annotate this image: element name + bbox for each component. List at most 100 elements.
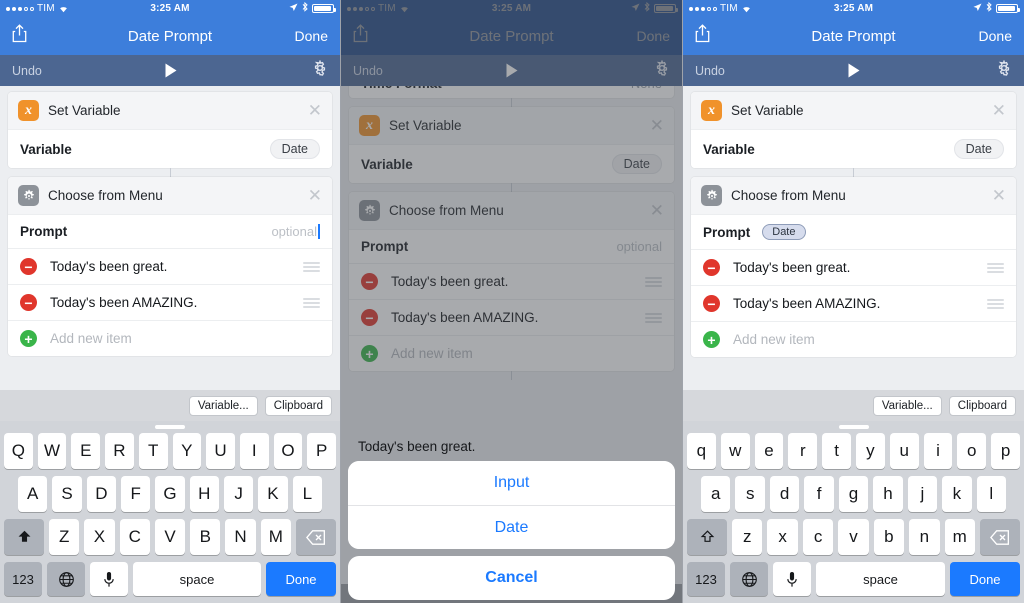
- key-n[interactable]: N: [225, 519, 256, 555]
- action-card-choose-from-menu[interactable]: Choose from Menu ✕ Prompt optional − Tod…: [8, 177, 332, 356]
- drag-handle-icon[interactable]: [987, 262, 1004, 273]
- key-w[interactable]: w: [720, 433, 750, 469]
- drag-handle-icon[interactable]: [303, 261, 320, 272]
- key-g[interactable]: g: [838, 476, 869, 512]
- key-r[interactable]: r: [788, 433, 818, 469]
- clipboard-button[interactable]: Clipboard: [264, 395, 332, 416]
- key-m[interactable]: M: [260, 519, 291, 555]
- minus-circle-icon[interactable]: −: [20, 258, 37, 275]
- menu-item-row[interactable]: − Today's been AMAZING.: [8, 284, 332, 320]
- plus-circle-icon[interactable]: +: [20, 330, 37, 347]
- key-f[interactable]: F: [121, 476, 151, 512]
- key-e[interactable]: e: [754, 433, 784, 469]
- minus-circle-icon[interactable]: −: [703, 259, 720, 276]
- key-x[interactable]: x: [767, 519, 798, 555]
- nav-done-button[interactable]: Done: [979, 28, 1012, 44]
- variable-value-pill[interactable]: Date: [953, 139, 1004, 159]
- action-card-set-variable[interactable]: x Set Variable ✕ Variable Date: [8, 92, 332, 168]
- key-v[interactable]: V: [154, 519, 186, 555]
- insert-variable-button[interactable]: Variable...: [872, 395, 942, 416]
- globe-icon[interactable]: [730, 562, 768, 596]
- key-j[interactable]: j: [907, 476, 938, 512]
- action-card-choose-from-menu[interactable]: Choose from Menu ✕ Prompt Date − Today's…: [691, 177, 1016, 357]
- key-d[interactable]: D: [86, 476, 116, 512]
- play-icon[interactable]: [341, 62, 682, 79]
- action-card-set-variable[interactable]: x Set Variable ✕ Variable Date: [691, 92, 1016, 168]
- add-new-item-row[interactable]: + Add new item: [349, 335, 674, 371]
- shift-filled-icon[interactable]: [4, 519, 45, 555]
- action-sheet-option-date[interactable]: Date: [348, 505, 675, 549]
- key-y[interactable]: y: [856, 433, 885, 469]
- key-m[interactable]: m: [944, 519, 975, 555]
- key-a[interactable]: A: [18, 476, 48, 512]
- action-sheet-option-input[interactable]: Input: [348, 461, 675, 505]
- key-o[interactable]: O: [273, 433, 303, 469]
- key-p[interactable]: p: [991, 433, 1020, 469]
- close-icon[interactable]: ✕: [650, 202, 664, 219]
- variable-value-pill[interactable]: Date: [269, 139, 320, 159]
- keyboard-grabber[interactable]: [155, 425, 185, 429]
- variable-row[interactable]: Variable Date: [8, 129, 332, 168]
- key-b[interactable]: B: [190, 519, 221, 555]
- key-o[interactable]: o: [957, 433, 987, 469]
- key-h[interactable]: h: [873, 476, 903, 512]
- minus-circle-icon[interactable]: −: [703, 295, 720, 312]
- keyboard-done-button[interactable]: Done: [950, 562, 1020, 596]
- variable-row[interactable]: Variable Date: [691, 129, 1016, 168]
- close-icon[interactable]: ✕: [992, 187, 1006, 204]
- variable-value-pill[interactable]: Date: [611, 154, 662, 174]
- menu-item-row[interactable]: − Today's been great.: [8, 248, 332, 284]
- key-t[interactable]: t: [822, 433, 851, 469]
- share-icon[interactable]: [12, 24, 27, 48]
- key-d[interactable]: d: [769, 476, 800, 512]
- key-s[interactable]: s: [735, 476, 765, 512]
- key-v[interactable]: v: [838, 519, 869, 555]
- key-j[interactable]: J: [223, 476, 254, 512]
- plus-circle-icon[interactable]: +: [703, 331, 720, 348]
- prompt-input[interactable]: optional: [616, 239, 662, 254]
- add-new-item-row[interactable]: + Add new item: [8, 320, 332, 356]
- key-g[interactable]: G: [155, 476, 185, 512]
- keyboard-grabber[interactable]: [838, 425, 869, 429]
- key-k[interactable]: K: [258, 476, 288, 512]
- plus-circle-icon[interactable]: +: [361, 345, 378, 362]
- backspace-icon[interactable]: [979, 519, 1020, 555]
- key-p[interactable]: P: [307, 433, 337, 469]
- key-z[interactable]: z: [732, 519, 763, 555]
- key-r[interactable]: R: [105, 433, 134, 469]
- menu-item-row[interactable]: − Today's been AMAZING.: [691, 285, 1016, 321]
- minus-circle-icon[interactable]: −: [361, 309, 378, 326]
- minus-circle-icon[interactable]: −: [361, 273, 378, 290]
- keyboard-done-button[interactable]: Done: [266, 562, 336, 596]
- space-key[interactable]: space: [133, 562, 261, 596]
- gear-icon[interactable]: [312, 59, 328, 81]
- microphone-icon[interactable]: [773, 562, 811, 596]
- time-format-row[interactable]: Time Format None: [349, 86, 674, 98]
- play-icon[interactable]: [683, 62, 1024, 79]
- drag-handle-icon[interactable]: [645, 312, 662, 323]
- key-u[interactable]: u: [889, 433, 919, 469]
- action-card-date-partial[interactable]: Time Format None: [349, 86, 674, 98]
- key-i[interactable]: i: [923, 433, 953, 469]
- add-new-item-row[interactable]: + Add new item: [691, 321, 1016, 357]
- close-icon[interactable]: ✕: [992, 102, 1006, 119]
- action-sheet-cancel-button[interactable]: Cancel: [348, 556, 675, 600]
- gear-icon[interactable]: [654, 59, 670, 81]
- variable-row[interactable]: Variable Date: [349, 144, 674, 183]
- key-b[interactable]: b: [873, 519, 905, 555]
- key-q[interactable]: Q: [3, 433, 33, 469]
- key-n[interactable]: n: [909, 519, 940, 555]
- globe-icon[interactable]: [47, 562, 85, 596]
- prompt-row[interactable]: Prompt optional: [349, 229, 674, 263]
- insert-variable-button[interactable]: Variable...: [188, 395, 258, 416]
- key-u[interactable]: U: [206, 433, 235, 469]
- shift-outline-icon[interactable]: [687, 519, 728, 555]
- key-w[interactable]: W: [37, 433, 67, 469]
- key-e[interactable]: E: [71, 433, 101, 469]
- key-q[interactable]: q: [687, 433, 716, 469]
- key-s[interactable]: S: [52, 476, 82, 512]
- key-a[interactable]: a: [701, 476, 731, 512]
- key-i[interactable]: I: [239, 433, 269, 469]
- numeric-key[interactable]: 123: [4, 562, 42, 596]
- menu-item-row[interactable]: − Today's been AMAZING.: [349, 299, 674, 335]
